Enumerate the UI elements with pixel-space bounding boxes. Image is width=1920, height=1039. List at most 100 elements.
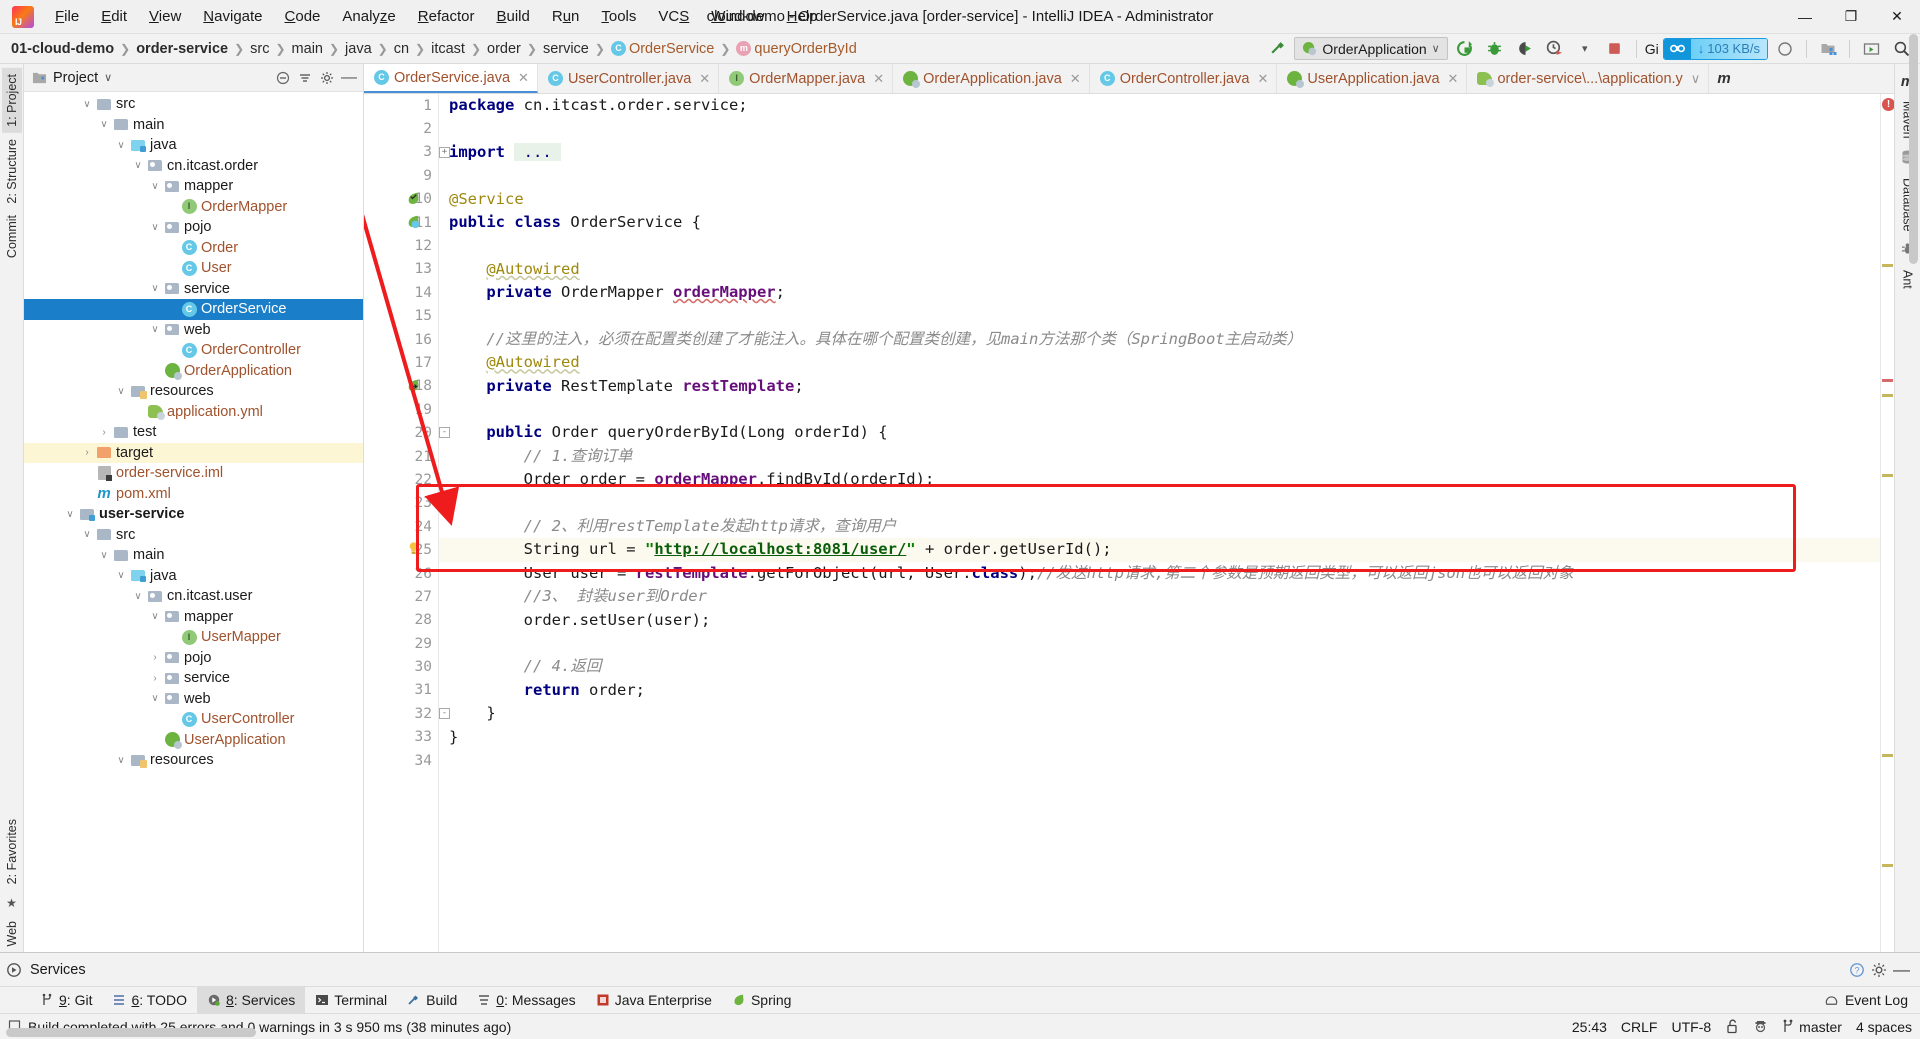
tree-node[interactable]: ∨pojo — [24, 217, 363, 238]
project-structure-icon[interactable] — [1815, 37, 1841, 61]
gutter-line[interactable]: 1 — [364, 94, 438, 117]
breadcrumb-src[interactable]: src — [247, 41, 272, 57]
tree-expand-arrow-icon[interactable]: ∨ — [96, 550, 112, 561]
help-icon[interactable]: ? — [1849, 962, 1865, 978]
gutter-line[interactable]: 33 — [364, 726, 438, 749]
menu-analyze[interactable]: Analyze — [331, 5, 406, 28]
tree-expand-arrow-icon[interactable]: ∨ — [96, 119, 112, 130]
favorites-star-icon[interactable]: ★ — [6, 891, 17, 915]
gutter-line[interactable]: 25 — [364, 538, 438, 561]
gutter-line[interactable]: 3+ — [364, 141, 438, 164]
tree-node[interactable]: ∨src — [24, 94, 363, 115]
tree-node[interactable]: mpom.xml — [24, 484, 363, 505]
tree-node[interactable]: IUserMapper — [24, 627, 363, 648]
code-line[interactable]: Order order = orderMapper.findById(order… — [439, 468, 1880, 491]
close-icon[interactable]: ✕ — [518, 70, 529, 86]
tree-node[interactable]: ∨java — [24, 566, 363, 587]
tool-window-bar[interactable]: 9: Git6: TODO8: ServicesTerminalBuild0: … — [0, 986, 1920, 1013]
tree-expand-arrow-icon[interactable]: ∨ — [147, 222, 163, 233]
tree-node[interactable]: ∨java — [24, 135, 363, 156]
git-branch-label[interactable]: master — [1799, 1019, 1842, 1035]
code-line[interactable]: User user = restTemplate.getForObject(ur… — [439, 562, 1880, 585]
menu-refactor[interactable]: Refactor — [407, 5, 486, 28]
breadcrumb-java[interactable]: java — [342, 41, 375, 57]
project-tree-scrollbar-horizontal[interactable] — [6, 1028, 256, 1037]
close-icon[interactable]: ✕ — [1448, 71, 1459, 87]
code-line[interactable] — [439, 117, 1880, 140]
code-line[interactable]: return order; — [439, 679, 1880, 702]
tree-node[interactable]: ∨cn.itcast.order — [24, 156, 363, 177]
code-line[interactable]: // 4.返回 — [439, 655, 1880, 678]
gutter-line[interactable]: 32- — [364, 702, 438, 725]
gutter-line[interactable]: 18 — [364, 375, 438, 398]
gutter-line[interactable]: 24 — [364, 515, 438, 538]
code-line[interactable] — [439, 398, 1880, 421]
rerun-icon[interactable] — [1452, 37, 1478, 61]
close-icon[interactable]: ✕ — [1257, 71, 1268, 87]
menu-run[interactable]: Run — [541, 5, 591, 28]
gutter-line[interactable]: 23 — [364, 492, 438, 515]
tree-node[interactable]: ∨web — [24, 320, 363, 341]
tree-node[interactable]: ›test — [24, 422, 363, 443]
tree-node[interactable]: ∨mapper — [24, 176, 363, 197]
breadcrumb-module[interactable]: order-service — [133, 41, 231, 57]
tree-expand-arrow-icon[interactable]: › — [96, 427, 112, 438]
bean-inject-icon[interactable] — [406, 378, 422, 394]
sidebar-item-project[interactable]: 1: Project — [2, 68, 22, 133]
editor-tab[interactable]: order-service\...\application.y∨ — [1467, 64, 1709, 93]
marker-warning[interactable] — [1882, 864, 1893, 867]
error-stripe-marker-panel[interactable]: ! — [1880, 94, 1894, 952]
tool-window-tab-0-messages[interactable]: 0: Messages — [467, 987, 585, 1013]
settings-icon[interactable] — [1871, 962, 1887, 978]
line-separator[interactable]: CRLF — [1621, 1019, 1658, 1035]
gutter-line[interactable]: 15 — [364, 305, 438, 328]
marker-error[interactable] — [1882, 379, 1893, 382]
chevron-down-icon[interactable]: ▾ — [1572, 37, 1598, 61]
code-line[interactable]: // 2、利用restTemplate发起http请求，查询用户 — [439, 515, 1880, 538]
network-monitor-icon[interactable]: ↓ 103 KB/s — [1663, 38, 1768, 60]
tree-node[interactable]: OrderApplication — [24, 361, 363, 382]
gutter-line[interactable]: 19 — [364, 398, 438, 421]
tool-window-tab-java-enterprise[interactable]: Java Enterprise — [586, 987, 722, 1013]
tree-expand-arrow-icon[interactable]: › — [79, 447, 95, 458]
settings-icon[interactable] — [317, 68, 337, 88]
project-tree[interactable]: ∨src∨main∨java∨cn.itcast.order∨mapperIOr… — [24, 92, 363, 952]
tool-window-tab-8-services[interactable]: 8: Services — [197, 987, 305, 1013]
breadcrumb-order[interactable]: order — [484, 41, 524, 57]
code-line[interactable]: order.setUser(user); — [439, 609, 1880, 632]
indent-setting[interactable]: 4 spaces — [1856, 1019, 1912, 1035]
sidebar-item-structure[interactable]: 2: Structure — [2, 133, 22, 210]
tree-node[interactable]: ∨mapper — [24, 607, 363, 628]
search-everywhere-circle-icon[interactable] — [1772, 37, 1798, 61]
collapse-all-icon[interactable] — [273, 68, 293, 88]
marker-warning[interactable] — [1882, 264, 1893, 267]
marker-warning[interactable] — [1882, 394, 1893, 397]
menu-tools[interactable]: Tools — [590, 5, 647, 28]
gutter-line[interactable]: 31 — [364, 679, 438, 702]
bulb-icon[interactable] — [406, 541, 422, 557]
unlock-icon[interactable] — [1725, 1019, 1739, 1034]
tree-expand-arrow-icon[interactable]: ∨ — [62, 509, 78, 520]
breadcrumb-project[interactable]: 01-cloud-demo — [8, 41, 117, 57]
sidebar-item-web[interactable]: Web — [2, 915, 22, 952]
editor-tab[interactable]: OrderApplication.java✕ — [893, 64, 1090, 93]
gutter-line[interactable]: 20- — [364, 421, 438, 444]
code-line[interactable]: package cn.itcast.order.service; — [439, 94, 1880, 117]
code-line[interactable] — [439, 632, 1880, 655]
tree-node[interactable]: UserApplication — [24, 730, 363, 751]
code-line[interactable]: public Order queryOrderById(Long orderId… — [439, 421, 1880, 444]
hide-icon[interactable]: — — [339, 68, 359, 88]
tree-node[interactable]: ∨main — [24, 115, 363, 136]
code-line[interactable]: // 1.查询订单 — [439, 445, 1880, 468]
caret-position[interactable]: 25:43 — [1572, 1019, 1607, 1035]
menu-code[interactable]: Code — [274, 5, 332, 28]
close-icon[interactable]: ✕ — [873, 71, 884, 87]
tree-expand-arrow-icon[interactable]: ∨ — [79, 529, 95, 540]
marker-warning[interactable] — [1882, 754, 1893, 757]
chevron-down-icon[interactable]: ∨ — [104, 71, 112, 84]
code-line[interactable]: } — [439, 702, 1880, 725]
breadcrumb-main[interactable]: main — [289, 41, 326, 57]
tree-node[interactable]: COrderController — [24, 340, 363, 361]
code-content[interactable]: package cn.itcast.order.service; import … — [438, 94, 1880, 952]
tree-node[interactable]: ∨user-service — [24, 504, 363, 525]
